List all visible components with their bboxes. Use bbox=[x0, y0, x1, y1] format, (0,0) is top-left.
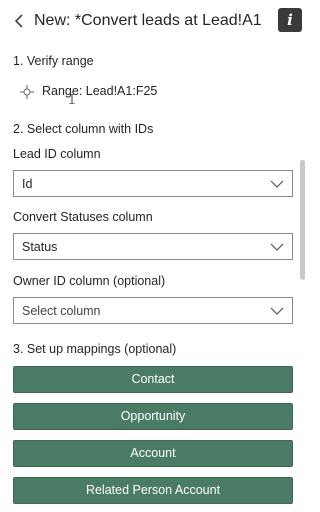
account-mapping-button[interactable]: Account bbox=[13, 440, 293, 467]
related-person-account-mapping-button[interactable]: Related Person Account bbox=[13, 477, 293, 504]
range-label: Range: Lead!A1:F25 bbox=[42, 84, 158, 98]
convert-leads-pane: New: *Convert leads at Lead!A1 i 1. Veri… bbox=[0, 0, 307, 512]
text-cursor-icon bbox=[69, 94, 75, 104]
page-title: New: *Convert leads at Lead!A1 bbox=[34, 12, 262, 29]
step2-title: 2. Select column with IDs bbox=[13, 122, 154, 136]
step1-title: 1. Verify range bbox=[13, 54, 94, 68]
chevron-down-icon bbox=[270, 243, 284, 251]
owner-id-label: Owner ID column (optional) bbox=[13, 274, 166, 288]
chevron-down-icon bbox=[270, 307, 284, 315]
opportunity-mapping-button[interactable]: Opportunity bbox=[13, 403, 293, 430]
lead-id-label: Lead ID column bbox=[13, 147, 101, 161]
scrollbar[interactable] bbox=[300, 42, 305, 512]
header: New: *Convert leads at Lead!A1 i bbox=[0, 0, 307, 42]
back-arrow-icon[interactable] bbox=[10, 11, 30, 31]
chevron-down-icon bbox=[270, 180, 284, 188]
scrollbar-thumb[interactable] bbox=[300, 160, 305, 280]
owner-id-select[interactable]: Select column bbox=[13, 297, 293, 324]
step3-title: 3. Set up mappings (optional) bbox=[13, 342, 177, 356]
owner-id-placeholder: Select column bbox=[22, 304, 101, 318]
convert-status-label: Convert Statuses column bbox=[13, 210, 153, 224]
contact-mapping-button[interactable]: Contact bbox=[13, 366, 293, 393]
lead-id-value: Id bbox=[22, 177, 33, 191]
info-icon[interactable]: i bbox=[278, 8, 302, 32]
convert-status-value: Status bbox=[22, 240, 58, 254]
convert-status-select[interactable]: Status bbox=[13, 233, 293, 260]
crosshair-icon bbox=[20, 85, 34, 99]
lead-id-select[interactable]: Id bbox=[13, 170, 293, 197]
